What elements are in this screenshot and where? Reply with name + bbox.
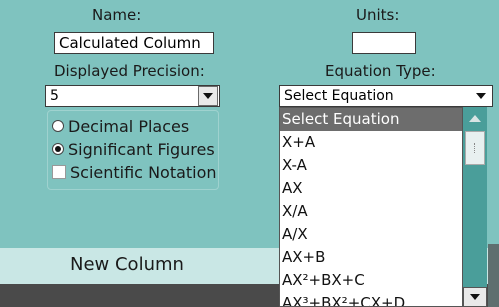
- equation-option[interactable]: Select Equation: [280, 108, 462, 131]
- units-input[interactable]: [352, 32, 416, 54]
- equation-type-value: Select Equation: [284, 88, 394, 104]
- equation-option[interactable]: AX: [280, 177, 462, 200]
- precision-select[interactable]: 5: [45, 85, 220, 107]
- significant-figures-label: Significant Figures: [68, 139, 215, 159]
- precision-options-panel: Decimal Places Significant Figures Scien…: [47, 110, 219, 190]
- equation-option[interactable]: X+A: [280, 131, 462, 154]
- new-column-button[interactable]: New Column: [70, 254, 184, 275]
- chevron-down-icon: [476, 93, 486, 99]
- equation-option[interactable]: X-A: [280, 154, 462, 177]
- equation-option[interactable]: A/X: [280, 223, 462, 246]
- scientific-notation-label: Scientific Notation: [70, 162, 217, 182]
- precision-dropdown-button[interactable]: [198, 86, 218, 106]
- equation-option[interactable]: AX²+BX+C: [280, 269, 462, 292]
- window-edge: [488, 244, 499, 307]
- units-label: Units:: [356, 6, 400, 24]
- name-label: Name:: [92, 6, 142, 24]
- equation-dropdown-button[interactable]: [471, 87, 491, 105]
- equation-type-select[interactable]: Select Equation: [279, 85, 493, 107]
- significant-figures-radio[interactable]: Significant Figures: [52, 138, 215, 160]
- precision-value: 5: [50, 88, 59, 104]
- decimal-places-radio[interactable]: Decimal Places: [52, 115, 189, 137]
- equation-option[interactable]: AX+B: [280, 246, 462, 269]
- name-input[interactable]: Calculated Column: [54, 32, 214, 54]
- scientific-notation-checkbox[interactable]: Scientific Notation: [52, 161, 217, 183]
- scroll-up-button[interactable]: [463, 107, 487, 129]
- equation-type-label: Equation Type:: [325, 62, 436, 80]
- scroll-down-button[interactable]: [463, 287, 487, 307]
- chevron-up-icon: [469, 114, 481, 122]
- chevron-down-icon: [470, 294, 480, 300]
- decimal-places-label: Decimal Places: [68, 116, 190, 136]
- equation-dropdown-list: Select Equation X+A X-A AX X/A A/X AX+B …: [279, 107, 463, 307]
- grip-icon: [474, 143, 476, 153]
- radio-selected-icon: [52, 143, 64, 155]
- equation-option[interactable]: X/A: [280, 200, 462, 223]
- radio-icon: [52, 120, 64, 132]
- scroll-thumb[interactable]: [465, 131, 485, 165]
- checkbox-icon: [52, 165, 66, 179]
- chevron-down-icon: [203, 93, 213, 99]
- equation-option[interactable]: AX³+BX²+CX+D: [280, 292, 462, 306]
- precision-label: Displayed Precision:: [54, 62, 205, 80]
